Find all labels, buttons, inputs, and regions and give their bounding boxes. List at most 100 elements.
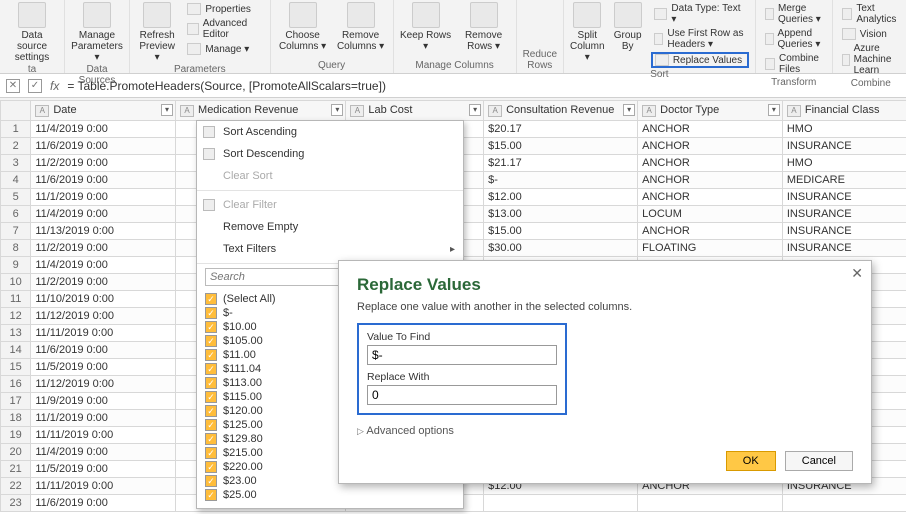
cell[interactable]: $15.00 <box>484 223 638 240</box>
column-header-cons[interactable]: AConsultation Revenue▾ <box>484 101 638 121</box>
checkbox-icon[interactable]: ✓ <box>205 391 217 403</box>
cell[interactable]: LOCUM <box>638 206 783 223</box>
cell[interactable]: 2 <box>1 138 31 155</box>
cell[interactable]: 11/1/2019 0:00 <box>31 410 176 427</box>
cell[interactable]: $20.17 <box>484 121 638 138</box>
cell[interactable]: 11/4/2019 0:00 <box>31 257 176 274</box>
ribbon-button[interactable]: Data source settings <box>6 2 58 63</box>
cell[interactable]: 11/1/2019 0:00 <box>31 189 176 206</box>
ribbon-small-button[interactable]: Append Queries ▾ <box>762 27 826 51</box>
ribbon-button[interactable]: Group By <box>611 2 645 52</box>
cell[interactable]: 9 <box>1 257 31 274</box>
cell[interactable]: ANCHOR <box>638 138 783 155</box>
cell[interactable]: 11/11/2019 0:00 <box>31 325 176 342</box>
cell[interactable]: ANCHOR <box>638 223 783 240</box>
cell[interactable]: 11/10/2019 0:00 <box>31 291 176 308</box>
cell[interactable]: $30.00 <box>484 240 638 257</box>
cell[interactable]: 17 <box>1 393 31 410</box>
cell[interactable]: 11/6/2019 0:00 <box>31 342 176 359</box>
checkbox-icon[interactable]: ✓ <box>205 405 217 417</box>
cell[interactable]: 19 <box>1 427 31 444</box>
cell[interactable]: 20 <box>1 444 31 461</box>
cell[interactable]: 11/11/2019 0:00 <box>31 427 176 444</box>
ribbon-button[interactable]: Keep Rows ▾ <box>400 2 452 52</box>
cell[interactable]: 11/9/2019 0:00 <box>31 393 176 410</box>
column-header-fin[interactable]: AFinancial Class▾ <box>782 101 906 121</box>
cell[interactable]: 4 <box>1 172 31 189</box>
checkbox-icon[interactable]: ✓ <box>205 363 217 375</box>
cell[interactable]: FLOATING <box>638 240 783 257</box>
column-dropdown-icon[interactable]: ▾ <box>469 104 481 116</box>
cell[interactable]: $21.17 <box>484 155 638 172</box>
checkbox-icon[interactable]: ✓ <box>205 489 217 501</box>
checkbox-icon[interactable]: ✓ <box>205 335 217 347</box>
column-header-lab[interactable]: ALab Cost▾ <box>346 101 484 121</box>
value-to-find-input[interactable] <box>367 345 557 365</box>
cell[interactable]: 11/4/2019 0:00 <box>31 121 176 138</box>
ok-button[interactable]: OK <box>726 451 776 471</box>
confirm-icon[interactable]: ✓ <box>28 79 42 93</box>
advanced-options-toggle[interactable]: Advanced options <box>357 425 853 437</box>
cell[interactable]: 11/12/2019 0:00 <box>31 376 176 393</box>
cell[interactable]: $15.00 <box>484 138 638 155</box>
ribbon-small-button[interactable]: Properties <box>184 2 263 16</box>
cell[interactable]: ANCHOR <box>638 189 783 206</box>
column-header-num[interactable] <box>1 101 31 121</box>
cancel-icon[interactable]: ✕ <box>6 79 20 93</box>
checkbox-icon[interactable]: ✓ <box>205 419 217 431</box>
ribbon-button[interactable]: Refresh Preview ▾ <box>136 2 178 63</box>
formula-text[interactable]: = Table.PromoteHeaders(Source, [PromoteA… <box>67 79 386 93</box>
cell[interactable]: $13.00 <box>484 206 638 223</box>
checkbox-icon[interactable]: ✓ <box>205 377 217 389</box>
cell[interactable]: 6 <box>1 206 31 223</box>
cell[interactable]: 11/11/2019 0:00 <box>31 478 176 495</box>
cell[interactable]: 22 <box>1 478 31 495</box>
ribbon-small-button[interactable]: Merge Queries ▾ <box>762 2 826 26</box>
cell[interactable]: 11/5/2019 0:00 <box>31 461 176 478</box>
cell[interactable]: INSURANCE <box>782 189 906 206</box>
cell[interactable]: 10 <box>1 274 31 291</box>
cell[interactable]: MEDICARE <box>782 172 906 189</box>
ribbon-small-button[interactable]: Azure Machine Learn <box>839 42 903 77</box>
cell[interactable]: $- <box>484 172 638 189</box>
text-filters[interactable]: Text Filters▸ <box>197 238 463 260</box>
cell[interactable]: INSURANCE <box>782 240 906 257</box>
column-dropdown-icon[interactable]: ▾ <box>623 104 635 116</box>
ribbon-button[interactable]: Split Column ▾ <box>570 2 604 63</box>
cancel-button[interactable]: Cancel <box>785 451 853 471</box>
column-header-medrev[interactable]: AMedication Revenue▾ <box>176 101 346 121</box>
cell[interactable]: 21 <box>1 461 31 478</box>
cell[interactable]: 11/2/2019 0:00 <box>31 155 176 172</box>
close-icon[interactable]: ✕ <box>851 265 863 282</box>
ribbon-small-button[interactable]: Data Type: Text ▾ <box>651 2 749 26</box>
ribbon-small-button[interactable]: Manage ▾ <box>184 42 263 56</box>
cell[interactable]: HMO <box>782 155 906 172</box>
ribbon-button[interactable]: Manage Parameters ▾ <box>71 2 123 63</box>
ribbon-button[interactable]: Choose Columns ▾ <box>277 2 329 52</box>
cell[interactable]: 11/6/2019 0:00 <box>31 138 176 155</box>
cell[interactable] <box>782 495 906 512</box>
cell[interactable]: 3 <box>1 155 31 172</box>
cell[interactable]: 13 <box>1 325 31 342</box>
cell[interactable]: 11/5/2019 0:00 <box>31 359 176 376</box>
checkbox-icon[interactable]: ✓ <box>205 447 217 459</box>
cell[interactable]: $12.00 <box>484 189 638 206</box>
cell[interactable]: ANCHOR <box>638 121 783 138</box>
cell[interactable] <box>638 495 783 512</box>
cell[interactable]: 11/6/2019 0:00 <box>31 495 176 512</box>
column-dropdown-icon[interactable]: ▾ <box>161 104 173 116</box>
cell[interactable]: ANCHOR <box>638 172 783 189</box>
ribbon-small-button[interactable]: Use First Row as Headers ▾ <box>651 27 749 51</box>
cell[interactable]: 11/4/2019 0:00 <box>31 206 176 223</box>
checkbox-icon[interactable]: ✓ <box>205 349 217 361</box>
cell[interactable]: INSURANCE <box>782 223 906 240</box>
column-dropdown-icon[interactable]: ▾ <box>768 104 780 116</box>
checkbox-icon[interactable]: ✓ <box>205 293 217 305</box>
replace-with-input[interactable] <box>367 385 557 405</box>
replace-values-ribbon-button[interactable]: Replace Values <box>651 52 749 68</box>
ribbon-small-button[interactable]: Text Analytics <box>839 2 903 26</box>
cell[interactable]: 11/6/2019 0:00 <box>31 172 176 189</box>
cell[interactable] <box>484 495 638 512</box>
cell[interactable]: 11/13/2019 0:00 <box>31 223 176 240</box>
checkbox-icon[interactable]: ✓ <box>205 461 217 473</box>
